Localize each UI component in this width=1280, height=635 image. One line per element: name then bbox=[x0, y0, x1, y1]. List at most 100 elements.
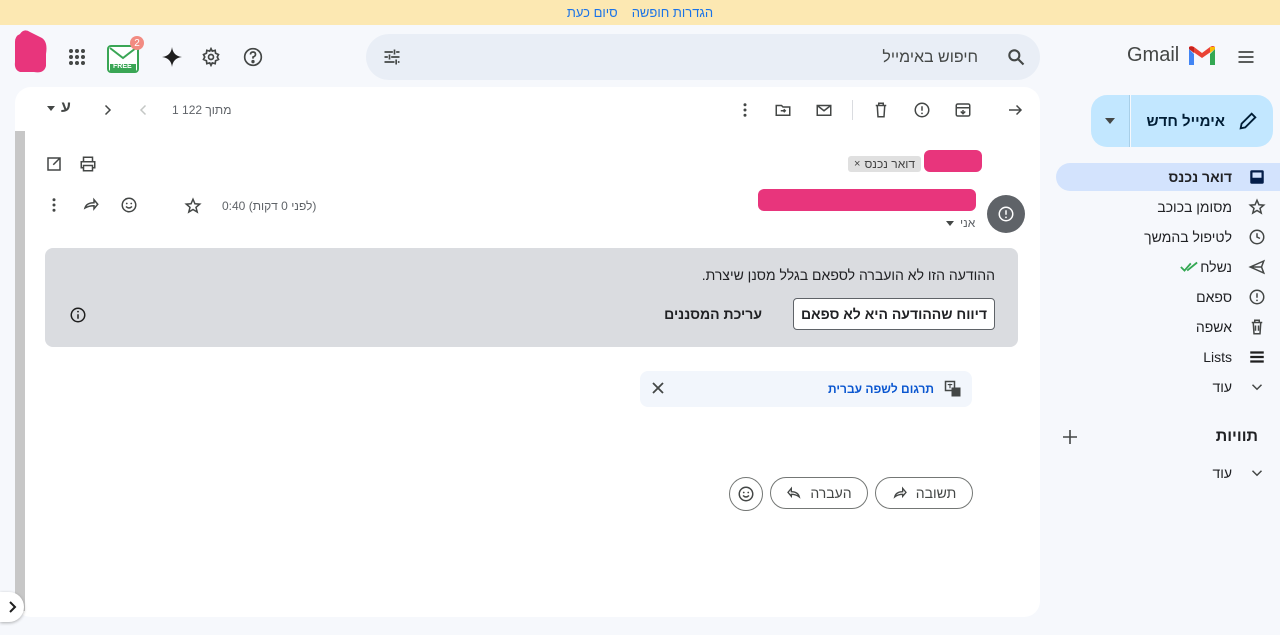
sidebar-item-sent[interactable]: נשלח bbox=[1056, 253, 1280, 281]
gmail-logo-text: Gmail bbox=[1127, 44, 1180, 66]
older-chevron-icon[interactable] bbox=[128, 94, 160, 126]
redacted-sender bbox=[758, 189, 976, 211]
side-panel-toggle[interactable] bbox=[0, 592, 24, 622]
reply-label: תשובה bbox=[915, 485, 957, 501]
reply-icon[interactable] bbox=[75, 189, 107, 221]
send-icon bbox=[1248, 259, 1266, 275]
sidebar-item-snoozed[interactable]: לטיפול בהמשך bbox=[1056, 223, 1280, 251]
report-not-spam-button[interactable]: דיווח שההודעה היא לא ספאם bbox=[793, 298, 995, 330]
labels-more-label: עוד bbox=[1212, 465, 1232, 481]
pagination-text: 1 מתוך 122 bbox=[172, 103, 232, 117]
newer-chevron-icon[interactable] bbox=[91, 94, 123, 126]
back-arrow-icon[interactable] bbox=[999, 94, 1031, 126]
pencil-icon bbox=[1239, 112, 1257, 130]
sidebar-item-trash[interactable]: אשפה bbox=[1056, 313, 1280, 341]
label-chip-inbox[interactable]: × דואר נכנס bbox=[848, 156, 921, 172]
account-avatar[interactable] bbox=[12, 28, 48, 74]
move-to-icon[interactable] bbox=[767, 94, 799, 126]
reply-button[interactable]: תשובה bbox=[875, 477, 973, 509]
sender-avatar[interactable] bbox=[987, 195, 1025, 233]
trash-icon bbox=[1251, 319, 1263, 335]
print-icon[interactable] bbox=[72, 148, 104, 180]
emoji-reaction-button[interactable] bbox=[729, 477, 763, 511]
sidebar-item-lists[interactable]: Lists bbox=[1056, 343, 1280, 371]
compose-dropdown-button[interactable] bbox=[1091, 95, 1130, 147]
more-vert-icon[interactable] bbox=[729, 94, 761, 126]
warning-icon bbox=[998, 206, 1014, 222]
extension-app-icon[interactable]: FREE 2 bbox=[104, 36, 144, 76]
sidebar-item-label: Lists bbox=[1203, 349, 1232, 365]
open-new-window-icon[interactable] bbox=[38, 148, 70, 180]
search-icon[interactable] bbox=[996, 37, 1036, 77]
lists-icon bbox=[1250, 351, 1264, 363]
forward-button[interactable]: העברה bbox=[770, 477, 868, 509]
compose-button[interactable]: אימייל חדש bbox=[1131, 95, 1273, 147]
search-input[interactable] bbox=[456, 34, 980, 82]
message-time: 0:40 (לפני 0 דקות) bbox=[222, 199, 317, 213]
clock-icon bbox=[1249, 229, 1265, 245]
sidebar-item-label: מסומן בכוכב bbox=[1157, 199, 1232, 215]
forward-label: העברה bbox=[810, 485, 852, 501]
sidebar-item-inbox[interactable]: דואר נכנס bbox=[1056, 163, 1280, 191]
archive-icon[interactable] bbox=[947, 94, 979, 126]
chevron-down-icon bbox=[1251, 384, 1263, 391]
input-tools-label: ע bbox=[61, 99, 71, 116]
gmail-logo[interactable]: Gmail bbox=[1127, 44, 1217, 67]
sidebar-item-spam[interactable]: ספאם bbox=[1056, 283, 1280, 311]
emoji-react-icon[interactable] bbox=[113, 189, 145, 221]
labels-header: תוויות bbox=[1062, 425, 1258, 449]
info-icon[interactable] bbox=[69, 306, 87, 329]
sidebar-item-label: עוד bbox=[1212, 379, 1232, 395]
chevron-down-icon bbox=[1251, 470, 1263, 477]
edit-filters-link[interactable]: עריכת המסננים bbox=[664, 306, 762, 322]
app-badge-label: FREE bbox=[113, 63, 132, 70]
recipient-to-me[interactable]: אני bbox=[946, 216, 975, 230]
message-more-icon[interactable] bbox=[38, 189, 70, 221]
search-bar[interactable] bbox=[366, 34, 1040, 82]
compose-label: אימייל חדש bbox=[1146, 112, 1225, 130]
search-options-icon[interactable] bbox=[372, 37, 412, 77]
main-menu-icon[interactable] bbox=[1226, 37, 1266, 77]
caret-down-icon bbox=[946, 220, 954, 226]
report-spam-icon[interactable] bbox=[906, 94, 938, 126]
star-icon bbox=[1248, 198, 1266, 215]
help-icon[interactable] bbox=[233, 37, 273, 77]
add-label-icon[interactable] bbox=[1062, 429, 1078, 445]
translate-link[interactable]: תרגום לשפה עברית bbox=[828, 382, 934, 396]
delete-icon[interactable] bbox=[865, 94, 897, 126]
spam-notice-box: ההודעה הזו לא הועברה לספאם בגלל מסנן שיצ… bbox=[45, 248, 1018, 347]
end-now-link[interactable]: סיום כעת bbox=[567, 5, 618, 20]
inbox-icon bbox=[1250, 170, 1264, 184]
spam-icon bbox=[1249, 289, 1265, 305]
scroll-gutter[interactable] bbox=[15, 131, 25, 611]
sidebar-item-starred[interactable]: מסומן בכוכב bbox=[1056, 193, 1280, 221]
toolbar-divider bbox=[852, 100, 853, 120]
apps-grid-icon[interactable] bbox=[57, 37, 97, 77]
compose-button-group: אימייל חדש bbox=[1091, 95, 1273, 147]
chip-remove-icon[interactable]: × bbox=[854, 158, 860, 170]
chip-label: דואר נכנס bbox=[864, 157, 915, 171]
recipient-label: אני bbox=[960, 216, 976, 230]
translate-bar: תרגום לשפה עברית bbox=[640, 371, 972, 407]
reply-arrow-icon bbox=[893, 486, 907, 499]
caret-down-icon bbox=[1105, 118, 1115, 124]
labels-title: תוויות bbox=[1215, 428, 1258, 445]
close-translate-icon[interactable] bbox=[652, 381, 664, 399]
double-check-icon bbox=[1180, 261, 1198, 272]
chevron-right-icon bbox=[9, 601, 17, 613]
caret-down-icon bbox=[47, 105, 55, 111]
gemini-sparkle-icon[interactable] bbox=[152, 37, 192, 77]
sidebar-item-label: ספאם bbox=[1196, 289, 1232, 305]
app-badge-count: 2 bbox=[130, 36, 144, 50]
vacation-settings-link[interactable]: הגדרות חופשה bbox=[632, 5, 713, 20]
labels-more[interactable]: עוד bbox=[1056, 459, 1280, 487]
settings-gear-icon[interactable] bbox=[191, 37, 231, 77]
input-tools-toggle[interactable]: ע bbox=[47, 99, 71, 117]
star-message-icon[interactable] bbox=[177, 190, 209, 222]
mark-unread-icon[interactable] bbox=[808, 94, 840, 126]
sidebar-item-label: דואר נכנס bbox=[1168, 169, 1232, 185]
sidebar-item-more[interactable]: עוד bbox=[1056, 373, 1280, 401]
emoji-icon bbox=[738, 486, 754, 502]
gmail-m-icon bbox=[1189, 45, 1216, 65]
sidebar-item-label: נשלח bbox=[1200, 259, 1232, 275]
